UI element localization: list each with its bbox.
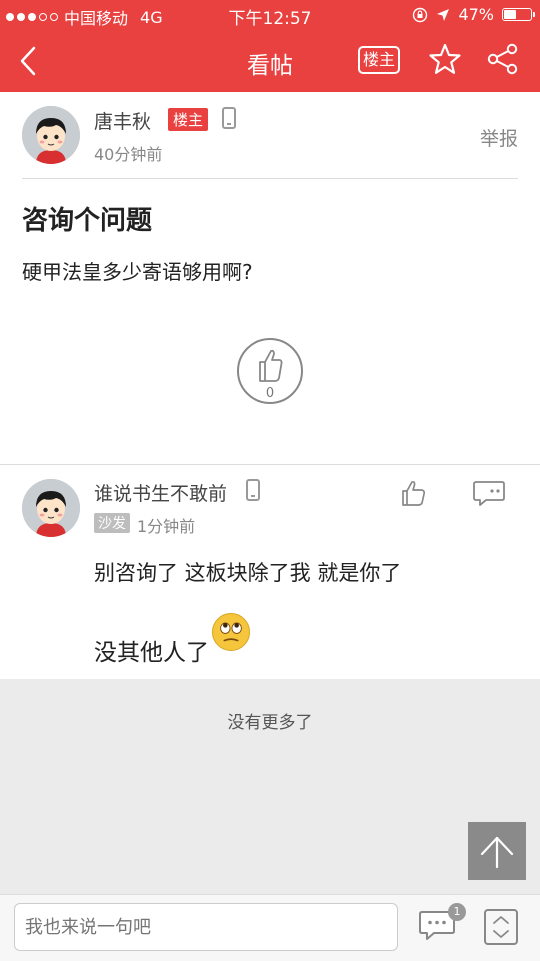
page-jump-button[interactable] [484,909,518,945]
no-more-text: 没有更多了 [227,713,313,733]
floor-badge: 沙发 [94,513,130,533]
divider [22,178,518,179]
like-button[interactable]: 0 [237,338,303,404]
mobile-phone-icon [222,107,236,129]
bottom-bar: 1 [0,894,540,961]
reply-item: 谁说书生不敢前 沙发 1分钟前 别咨询了 这板块除了我 就是你了 没其他人了 [0,464,540,679]
comment-icon[interactable] [472,479,506,507]
nav-bar: 看帖 楼主 [0,30,540,92]
like-count: 0 [265,386,275,401]
arrow-up-icon [480,836,514,869]
reply-text: 别咨询了 这板块除了我 就是你了 [94,561,402,585]
report-link[interactable]: 举报 [480,124,518,151]
chevron-up-down-icon [493,916,509,938]
post-time: 40分钟前 [94,145,163,164]
owner-badge: 楼主 [168,108,209,131]
rolling-eyes-emoji-icon [212,613,250,651]
rotation-lock-icon [413,7,428,22]
main-post: 唐丰秋 楼主 40分钟前 举报 咨询个问题 硬甲法皇多少寄语够用啊? 0 [0,92,540,464]
star-icon[interactable] [428,42,462,76]
avatar-face-icon [22,106,80,164]
comment-count-badge: 1 [448,903,466,921]
thumbs-up-icon [259,349,283,382]
share-icon[interactable] [486,42,520,76]
avatar-face-icon [22,479,80,537]
reply-text: 没其他人了 [94,640,209,666]
battery-percent: 47% [458,5,494,24]
author-avatar[interactable] [22,106,80,164]
author-name[interactable]: 唐丰秋 [94,107,151,134]
reply-author-avatar[interactable] [22,479,80,537]
status-bar: 中国移动 4G 下午12:57 47% [0,0,540,30]
reply-time: 1分钟前 [137,517,196,536]
owner-only-button[interactable]: 楼主 [358,46,400,74]
thumbs-up-icon[interactable] [400,479,428,507]
post-title: 咨询个问题 [22,206,153,236]
location-arrow-icon [437,8,450,21]
post-body: 硬甲法皇多少寄语够用啊? [22,260,253,284]
mobile-phone-icon [246,479,260,501]
reply-input[interactable] [14,903,398,951]
back-to-top-button[interactable] [468,822,526,880]
reply-author-name[interactable]: 谁说书生不敢前 [94,479,227,506]
battery-icon [502,8,535,21]
